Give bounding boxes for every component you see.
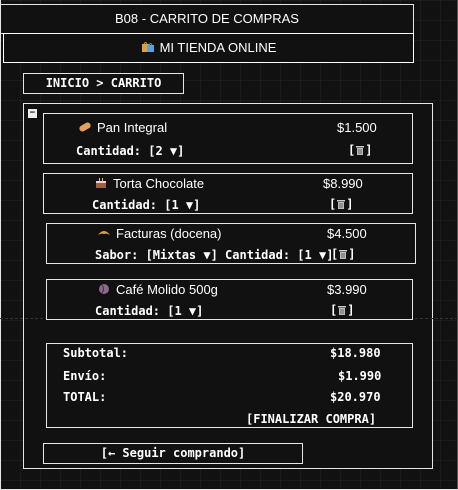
title-bar: B08 - CARRITO DE COMPRAS xyxy=(0,4,414,34)
remove-label: [] xyxy=(330,303,355,317)
remove-item-button[interactable]: [] xyxy=(330,303,354,317)
breadcrumb-text[interactable]: INICIO > CARRITO xyxy=(24,74,183,93)
breadcrumb[interactable]: INICIO > CARRITO xyxy=(23,73,184,94)
total-label: TOTAL: xyxy=(63,390,107,404)
store-header-content: MI TIENDA ONLINE xyxy=(4,34,413,62)
cake-icon xyxy=(96,178,106,188)
frame-left-border xyxy=(0,0,1,490)
store-name: MI TIENDA ONLINE xyxy=(159,40,277,55)
quantity-select[interactable]: Cantidad: [1 ▼] xyxy=(92,198,200,212)
bread-icon xyxy=(79,122,91,132)
item-price: $4.500 xyxy=(327,226,367,241)
store-header: MI TIENDA ONLINE xyxy=(3,33,414,63)
subtotal-label: Subtotal: xyxy=(63,346,129,360)
quantity-select[interactable]: Cantidad: [1 ▼] xyxy=(95,304,203,318)
cart-item-title: Facturas (docena) xyxy=(97,226,222,241)
cart-item-title: Café Molido 500g xyxy=(97,282,218,297)
shopping-bags-icon xyxy=(141,42,154,52)
total-value: $20.970 xyxy=(330,390,381,404)
checkout-button[interactable]: [FINALIZAR COMPRA] xyxy=(246,412,376,426)
flavor-quantity-selects[interactable]: Sabor: [Mixtas ▼] Cantidad: [1 ▼] xyxy=(95,248,333,262)
item-price: $3.990 xyxy=(327,282,367,297)
continue-shopping-label[interactable]: [← Seguir comprando] xyxy=(44,444,302,463)
item-name: Torta Chocolate xyxy=(113,176,205,191)
remove-label: [] xyxy=(331,247,356,261)
continue-shopping-button[interactable]: [← Seguir comprando] xyxy=(43,443,303,464)
item-name: Café Molido 500g xyxy=(116,282,218,297)
window-title: B08 - CARRITO DE COMPRAS xyxy=(115,11,299,26)
item-price: $1.500 xyxy=(337,120,377,135)
cart-item-title: Pan Integral xyxy=(78,120,167,135)
subtotal-value: $18.980 xyxy=(330,346,381,360)
remove-label: [] xyxy=(348,143,373,157)
remove-item-button[interactable]: [] xyxy=(329,197,353,211)
trash-icon xyxy=(339,250,348,259)
quantity-select[interactable]: Cantidad: [2 ▼] xyxy=(76,144,184,158)
collapse-toggle[interactable]: − xyxy=(28,109,37,118)
item-price: $8.990 xyxy=(323,176,363,191)
cart-item-title: Torta Chocolate xyxy=(94,176,204,191)
remove-item-button[interactable]: [] xyxy=(348,143,372,157)
croissant-icon xyxy=(98,231,110,235)
remove-item-button[interactable]: [] xyxy=(331,247,355,261)
coffee-beans-icon xyxy=(99,284,109,294)
item-name: Facturas (docena) xyxy=(116,226,222,241)
shipping-value: $1.990 xyxy=(338,369,382,383)
item-name: Pan Integral xyxy=(97,120,168,135)
trash-icon xyxy=(356,146,365,155)
trash-icon xyxy=(338,306,347,315)
remove-label: [] xyxy=(329,197,354,211)
trash-icon xyxy=(337,200,346,209)
shipping-label: Envío: xyxy=(63,369,107,383)
